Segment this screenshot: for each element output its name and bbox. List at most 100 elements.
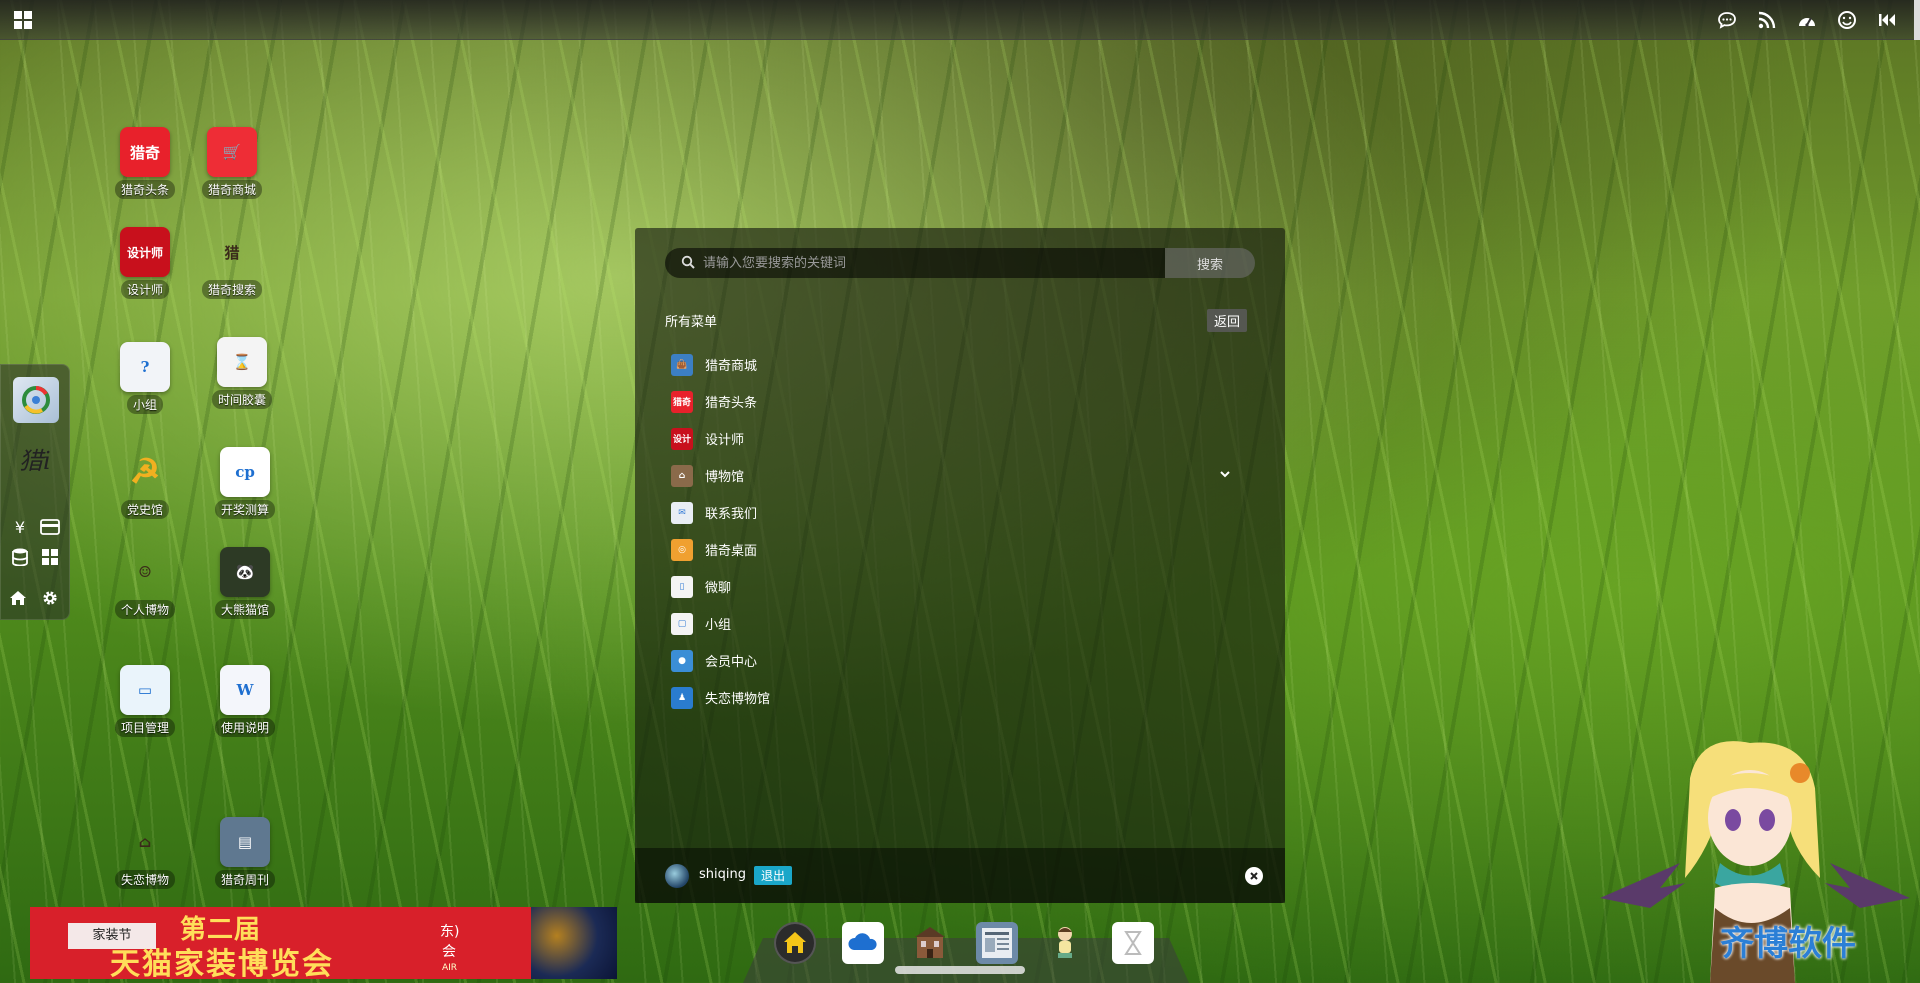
group-icon: ▢ xyxy=(671,612,693,635)
hourglass-icon: ⌛ xyxy=(217,337,267,387)
desktop-icon-label: 大熊猫馆 xyxy=(214,600,275,619)
desktop-icon-news[interactable]: 猎奇 猎奇头条 xyxy=(100,127,190,199)
party-emblem-icon: ☭ xyxy=(129,452,161,492)
top-bar xyxy=(0,0,1920,40)
system-tray xyxy=(1716,9,1898,31)
lovelost-museum-icon: ♟ xyxy=(671,686,693,709)
menu-item[interactable]: 猎奇 猎奇头条 xyxy=(671,383,1251,420)
watermark-logo: 齐博软件 xyxy=(1720,924,1856,964)
news-icon: 猎奇 xyxy=(120,127,170,177)
desktop-icon-label: 使用说明 xyxy=(214,718,275,737)
desktop-icon-label: 失恋博物 xyxy=(114,870,175,889)
menu-item-label: 小组 xyxy=(705,618,732,633)
museum-icon: ⌂ xyxy=(671,464,693,487)
taskbar-cartoon-person-icon[interactable] xyxy=(1044,922,1086,964)
desktop-icon-hourglass[interactable]: ⌛ 时间胶囊 xyxy=(197,337,287,409)
menu-item[interactable]: ♟ 失恋博物馆 xyxy=(671,679,1251,716)
menu-item-label: 微聊 xyxy=(705,581,732,596)
taskbar-home-icon[interactable] xyxy=(774,922,816,964)
credit-card-icon[interactable] xyxy=(39,516,61,538)
banner-fireworks-image xyxy=(531,907,617,979)
taskbar-scrollbar[interactable] xyxy=(895,966,1025,974)
windows-start-icon[interactable] xyxy=(14,11,32,29)
desktop-icon-designer[interactable]: 设计师 设计师 xyxy=(100,227,190,299)
skip-back-icon[interactable] xyxy=(1876,9,1898,31)
search-button[interactable]: 搜索 xyxy=(1165,248,1255,278)
chat-icon: ▯ xyxy=(671,575,693,598)
banner-side-2: 会 xyxy=(442,944,456,960)
desktop-icon-label: 猎奇商城 xyxy=(201,180,262,199)
settings-gear-icon[interactable] xyxy=(39,587,61,609)
cartoon-person-icon: ☺ xyxy=(138,563,152,581)
banner-side-1: 东) xyxy=(440,924,460,940)
avatar[interactable] xyxy=(665,864,689,888)
desktop-icon-party-emblem[interactable]: ☭ 党史馆 xyxy=(100,447,190,519)
menu-item-label: 猎奇桌面 xyxy=(705,544,758,559)
menu-item[interactable]: 设计 设计师 xyxy=(671,420,1251,457)
member-icon: ● xyxy=(671,649,693,672)
group-icon: ? xyxy=(120,342,170,392)
menu-list: 👜 猎奇商城 猎奇 猎奇头条 设计 设计师 ⌂ 博物馆 ✉ 联系我们 ◎ 猎奇桌面 ▯ 微聊 ▢ 小组 ● 会员中… xyxy=(671,346,1251,716)
desktop-icon-lottery[interactable]: cp 开奖测算 xyxy=(200,447,290,519)
menu-item[interactable]: ⌂ 博物馆 xyxy=(671,457,1251,494)
menu-item[interactable]: ✉ 联系我们 xyxy=(671,494,1251,531)
menu-item-label: 猎奇商城 xyxy=(705,359,758,374)
designer-icon: 设计 xyxy=(671,427,693,450)
taskbar-magazine-icon[interactable] xyxy=(976,922,1018,964)
desktop-icon-label: 猎奇周刊 xyxy=(214,870,275,889)
desktop-icon-monitor[interactable]: ▭ 项目管理 xyxy=(100,665,190,737)
desktop-icon-label: 猎奇头条 xyxy=(114,180,175,199)
panda-icon: 🐼 xyxy=(220,547,270,597)
menu-item[interactable]: ◎ 猎奇桌面 xyxy=(671,531,1251,568)
taskbar-building-icon[interactable] xyxy=(909,922,951,964)
desktop-icon-cartoon-person[interactable]: ☺ 个人博物 xyxy=(100,547,190,619)
menu-item-label: 会员中心 xyxy=(705,655,758,670)
menu-item[interactable]: ▯ 微聊 xyxy=(671,568,1251,605)
desktop-icon-group[interactable]: ? 小组 xyxy=(100,342,190,414)
chevron-down-icon[interactable] xyxy=(1219,468,1231,483)
logout-button[interactable]: 退出 xyxy=(754,866,793,885)
lottery-icon: cp xyxy=(220,447,270,497)
menu-item-label: 联系我们 xyxy=(705,507,758,522)
menu-item[interactable]: ▢ 小组 xyxy=(671,605,1251,642)
building-icon: ⌂ xyxy=(138,833,152,851)
start-menu-footer: shiqing 退出 xyxy=(635,848,1285,903)
desktop-icon-building[interactable]: ⌂ 失恋博物 xyxy=(100,817,190,889)
search-bar xyxy=(665,248,1165,278)
desktop-icon-word-doc[interactable]: W 使用说明 xyxy=(200,665,290,737)
desktop-icon-label: 小组 xyxy=(126,395,163,414)
back-button[interactable]: 返回 xyxy=(1207,309,1248,332)
word-doc-icon: W xyxy=(220,665,270,715)
desktop-icon-label: 党史馆 xyxy=(120,500,169,519)
desktop-icon-cart[interactable]: 🛒 猎奇商城 xyxy=(187,127,277,199)
cart-icon: 🛒 xyxy=(207,127,257,177)
search-input[interactable] xyxy=(695,248,1165,278)
desktop-icon-magazine[interactable]: ▤ 猎奇周刊 xyxy=(200,817,290,889)
dashboard-icon[interactable] xyxy=(1796,9,1818,31)
lieqi-logo-icon[interactable]: 猎i xyxy=(13,437,59,483)
desktop-icon-label: 猎奇搜索 xyxy=(201,280,262,299)
ad-banner[interactable]: 家装节 第二届 天猫家装博览会 东) 会 AIR xyxy=(30,907,617,979)
database-icon[interactable] xyxy=(9,546,31,568)
taskbar-hourglass-icon[interactable] xyxy=(1112,922,1154,964)
menu-item[interactable]: ● 会员中心 xyxy=(671,642,1251,679)
chat-bubble-icon[interactable] xyxy=(1716,9,1738,31)
rss-icon[interactable] xyxy=(1756,9,1778,31)
browser-app-icon[interactable] xyxy=(13,377,59,423)
close-icon[interactable] xyxy=(1245,867,1263,885)
taskbar-cloud-icon[interactable] xyxy=(842,922,884,964)
desktop-icon-search-logo[interactable]: 猎猎奇搜索 xyxy=(187,227,277,299)
yuan-currency-icon[interactable]: ¥ xyxy=(9,516,31,538)
desktop-icon-panda[interactable]: 🐼 大熊猫馆 xyxy=(200,547,290,619)
home-icon[interactable] xyxy=(7,587,29,609)
desktop-icon-label: 开奖测算 xyxy=(214,500,275,519)
banner-side-3: AIR xyxy=(442,963,458,973)
monitor-icon: ▭ xyxy=(120,665,170,715)
windows-grid-icon[interactable] xyxy=(39,546,61,568)
search-icon xyxy=(681,254,695,273)
left-quick-dock: 猎i ¥ xyxy=(0,364,70,620)
menu-item[interactable]: 👜 猎奇商城 xyxy=(671,346,1251,383)
page-scrollbar[interactable] xyxy=(1914,0,1920,40)
smiley-icon[interactable] xyxy=(1836,9,1858,31)
desktop-icon-label: 设计师 xyxy=(120,280,169,299)
